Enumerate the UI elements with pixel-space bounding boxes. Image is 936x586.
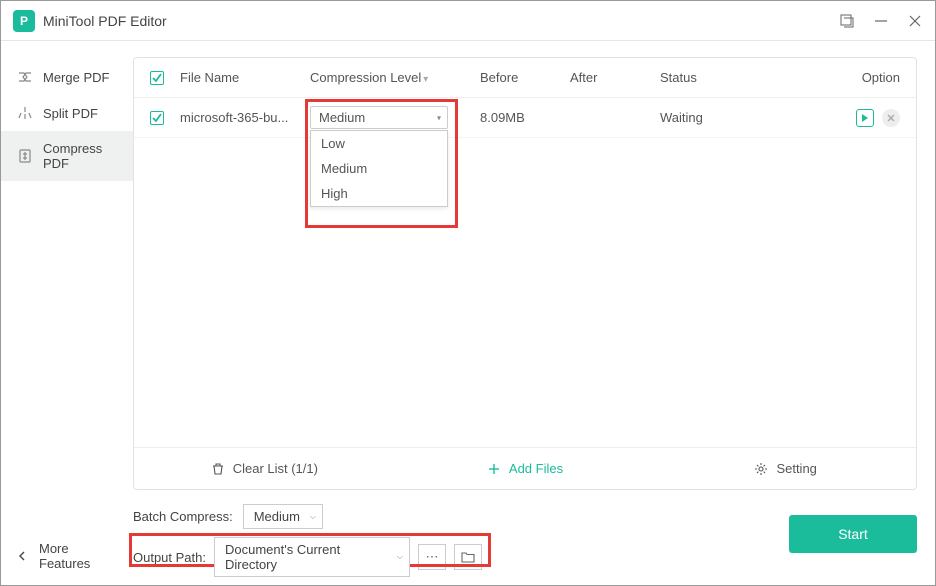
- split-icon: [17, 105, 33, 121]
- output-path-select[interactable]: Document's Current Directory ⌵: [214, 537, 410, 577]
- sidebar-item-compress-pdf[interactable]: Compress PDF: [1, 131, 133, 181]
- sidebar-item-split-pdf[interactable]: Split PDF: [1, 95, 133, 131]
- app-logo: P: [13, 10, 35, 32]
- gear-icon: [754, 462, 768, 476]
- row-start-button[interactable]: [856, 109, 874, 127]
- table-row: microsoft-365-bu... Medium ▾ Low Medium …: [134, 98, 916, 138]
- sidebar-item-label: Split PDF: [43, 106, 98, 121]
- clear-list-button[interactable]: Clear List (1/1): [134, 461, 395, 476]
- output-path-more-button[interactable]: ⋯: [418, 544, 446, 570]
- more-features-label: More Features: [39, 541, 117, 571]
- sidebar-item-merge-pdf[interactable]: Merge PDF: [1, 59, 133, 95]
- compression-level-dropdown-menu: Low Medium High: [310, 130, 448, 207]
- dropdown-option-medium[interactable]: Medium: [311, 156, 447, 181]
- sidebar-item-label: Merge PDF: [43, 70, 109, 85]
- add-files-button[interactable]: Add Files: [395, 461, 656, 476]
- more-features-button[interactable]: More Features: [1, 527, 133, 585]
- column-header-before[interactable]: Before: [480, 70, 570, 85]
- before-size-cell: 8.09MB: [480, 110, 570, 125]
- select-all-checkbox[interactable]: [150, 71, 164, 85]
- window-toolbox-icon[interactable]: [839, 13, 855, 29]
- row-remove-button[interactable]: [882, 109, 900, 127]
- output-path-label: Output Path:: [133, 550, 206, 565]
- compression-level-dropdown[interactable]: Medium ▾: [310, 106, 448, 129]
- chevron-left-icon: [17, 551, 27, 561]
- start-button[interactable]: Start: [789, 515, 917, 553]
- sort-arrow-icon: ▾: [423, 74, 428, 85]
- column-header-option: Option: [820, 70, 900, 85]
- dropdown-option-high[interactable]: High: [311, 181, 447, 206]
- batch-compress-label: Batch Compress:: [133, 509, 233, 524]
- trash-icon: [211, 462, 225, 476]
- setting-label: Setting: [776, 461, 816, 476]
- batch-compress-value: Medium: [254, 509, 300, 524]
- batch-compress-select[interactable]: Medium ⌵: [243, 504, 323, 529]
- merge-icon: [17, 69, 33, 85]
- column-header-after[interactable]: After: [570, 70, 660, 85]
- column-header-label: Compression Level: [310, 70, 421, 85]
- compress-icon: [17, 148, 33, 164]
- minimize-button[interactable]: [873, 13, 889, 29]
- ellipsis-icon: ⋯: [426, 549, 439, 565]
- column-header-compression-level[interactable]: Compression Level▾: [310, 70, 480, 85]
- status-cell: Waiting: [660, 110, 820, 125]
- row-checkbox[interactable]: [150, 111, 164, 125]
- chevron-down-icon: ⌵: [310, 512, 316, 522]
- add-files-label: Add Files: [509, 461, 563, 476]
- dropdown-option-low[interactable]: Low: [311, 131, 447, 156]
- plus-icon: [487, 462, 501, 476]
- clear-list-label: Clear List (1/1): [233, 461, 318, 476]
- output-path-value: Document's Current Directory: [225, 542, 340, 572]
- chevron-down-icon: ⌵: [397, 552, 403, 562]
- app-title: MiniTool PDF Editor: [43, 13, 839, 29]
- close-button[interactable]: [907, 13, 923, 29]
- folder-icon: [461, 551, 475, 563]
- output-path-browse-button[interactable]: [454, 544, 482, 570]
- column-header-status[interactable]: Status: [660, 70, 820, 85]
- file-name-cell: microsoft-365-bu...: [180, 110, 310, 125]
- dropdown-selected-value: Medium: [319, 110, 365, 125]
- dropdown-caret-icon: ▾: [437, 113, 441, 122]
- column-header-filename[interactable]: File Name: [180, 70, 310, 85]
- setting-button[interactable]: Setting: [655, 461, 916, 476]
- sidebar-item-label: Compress PDF: [43, 141, 117, 171]
